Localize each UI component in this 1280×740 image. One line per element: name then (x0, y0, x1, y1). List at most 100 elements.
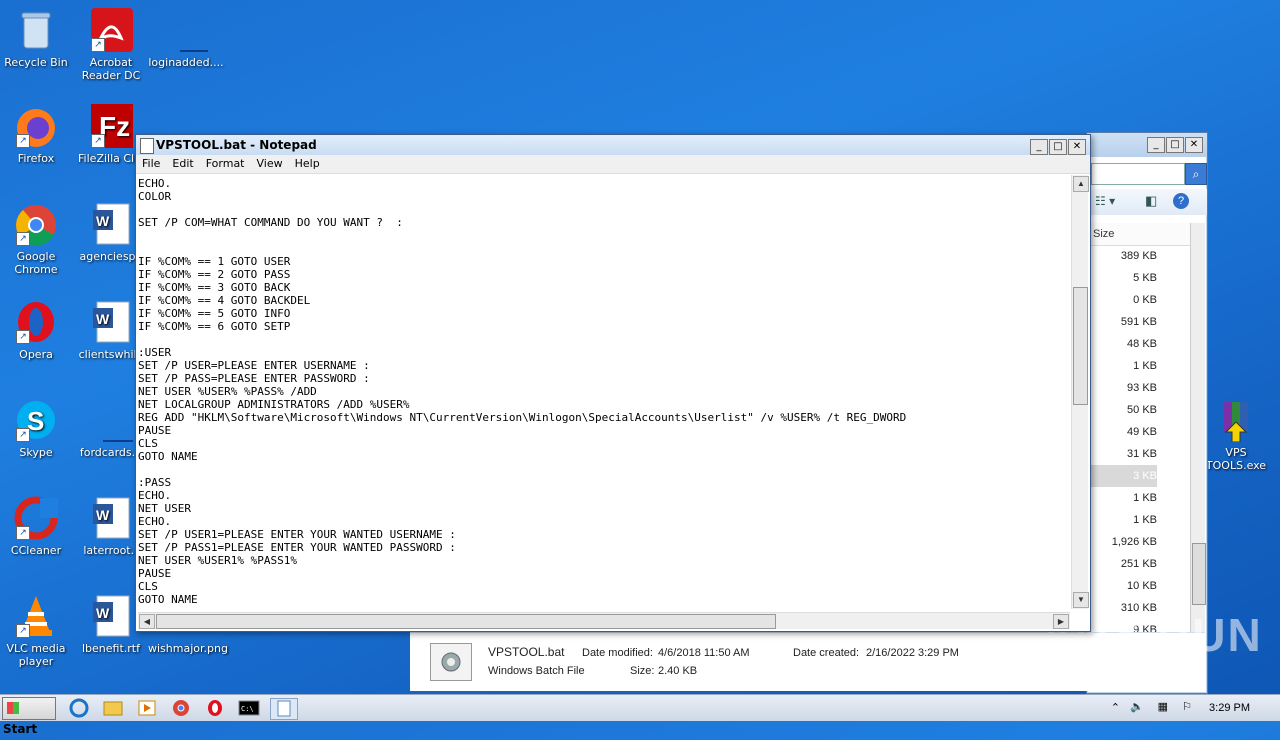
document-icon (164, 8, 208, 52)
menu-file[interactable]: File (136, 155, 166, 173)
desktop-icon-ccleaner[interactable]: ↗ CCleaner (0, 496, 74, 557)
volume-icon[interactable]: 🔈 (1130, 700, 1144, 713)
start-button[interactable]: Start (2, 697, 56, 736)
desktop-icon-chrome[interactable]: ↗ Google Chrome (0, 202, 74, 276)
menu-format[interactable]: Format (200, 155, 251, 173)
taskbar-opera-icon[interactable] (202, 698, 228, 718)
preview-pane-icon[interactable]: ◧ (1145, 193, 1157, 209)
view-options-icon[interactable]: ☷ ▾ (1095, 194, 1115, 208)
desktop-icon-vps-tools[interactable]: VPS TOOLS.exe (1198, 398, 1274, 472)
desktop-icon-label: Skype (19, 446, 53, 459)
file-size[interactable]: 1 KB (1087, 509, 1157, 531)
notepad-titlebar[interactable]: VPSTOOL.bat - Notepad _ □ ✕ (136, 135, 1090, 155)
file-size[interactable]: 1 KB (1087, 355, 1157, 377)
shortcut-arrow-icon: ↗ (91, 134, 105, 148)
scroll-up-arrow-icon[interactable]: ▲ (1073, 176, 1089, 192)
taskbar: Start C:\ ⌃ 🔈 ▦ ⚐ 3:29 PM (0, 694, 1280, 736)
explorer-titlebar[interactable]: _ □ ✕ (1087, 133, 1207, 157)
maximize-button[interactable]: □ (1049, 139, 1067, 155)
desktop-icon-loginadded[interactable]: loginadded.... (148, 8, 224, 69)
clock[interactable]: 3:29 PM (1209, 702, 1250, 714)
search-input[interactable] (1091, 163, 1185, 185)
horizontal-scrollbar[interactable]: ◀ ▶ (138, 612, 1070, 629)
taskbar-ie-icon[interactable] (66, 698, 92, 718)
menu-view[interactable]: View (251, 155, 289, 173)
desktop-icon-label: Opera (19, 348, 53, 361)
search-icon[interactable]: ⌕ (1185, 163, 1207, 185)
file-size[interactable]: 251 KB (1087, 553, 1157, 575)
file-size[interactable]: 50 KB (1087, 399, 1157, 421)
maximize-button[interactable]: □ (1166, 137, 1184, 153)
help-icon[interactable]: ? (1173, 193, 1189, 209)
skype-icon: S ↗ (14, 398, 58, 442)
notepad-icon (140, 138, 154, 154)
file-size[interactable]: 591 KB (1087, 311, 1157, 333)
filezilla-icon: Fz ↗ (89, 104, 133, 148)
scrollbar-thumb[interactable] (1073, 287, 1088, 405)
editor-content[interactable]: ECHO. COLOR SET /P COM=WHAT COMMAND DO Y… (138, 175, 1070, 606)
svg-text:W: W (96, 605, 110, 621)
details-file-name: VPSTOOL.bat (488, 645, 565, 659)
vlc-icon: ↗ (14, 594, 58, 638)
taskbar-cmd-icon[interactable]: C:\ (236, 698, 262, 718)
close-button[interactable]: ✕ (1068, 139, 1086, 155)
file-size[interactable]: 93 KB (1087, 377, 1157, 399)
details-modified-value: 4/6/2018 11:50 AM (658, 647, 750, 659)
file-size[interactable]: 0 KB (1087, 289, 1157, 311)
desktop-icon-vlc[interactable]: ↗ VLC media player (0, 594, 74, 668)
scroll-down-arrow-icon[interactable]: ▼ (1073, 592, 1089, 608)
notepad-window[interactable]: VPSTOOL.bat - Notepad _ □ ✕ File Edit Fo… (135, 134, 1091, 632)
text-editor[interactable]: ECHO. COLOR SET /P COM=WHAT COMMAND DO Y… (138, 175, 1070, 609)
column-header-size[interactable]: Size (1087, 223, 1193, 246)
menu-help[interactable]: Help (289, 155, 326, 173)
file-size-selected[interactable]: 3 KB (1087, 465, 1157, 487)
taskbar-explorer-icon[interactable] (100, 698, 126, 718)
file-size[interactable]: 5 KB (1087, 267, 1157, 289)
explorer-scrollbar[interactable] (1190, 223, 1206, 653)
shortcut-arrow-icon: ↗ (16, 232, 30, 246)
shortcut-arrow-icon: ↗ (16, 428, 30, 442)
desktop-icon-acrobat[interactable]: ↗ Acrobat Reader DC (73, 8, 149, 82)
desktop-icon-label: VPS TOOLS.exe (1205, 446, 1267, 472)
file-size[interactable]: 10 KB (1087, 575, 1157, 597)
close-button[interactable]: ✕ (1185, 137, 1203, 153)
menu-bar: File Edit Format View Help (136, 155, 1090, 174)
batch-file-icon (430, 643, 472, 681)
document-icon (89, 398, 133, 442)
start-label: Start (3, 722, 38, 736)
show-hidden-icons-icon[interactable]: ⌃ (1111, 701, 1120, 714)
desktop-icon-recycle-bin[interactable]: Recycle Bin (0, 8, 74, 69)
chrome-icon: ↗ (14, 202, 58, 246)
word-doc-icon: W (89, 202, 133, 246)
file-size[interactable]: 49 KB (1087, 421, 1157, 443)
svg-text:W: W (96, 507, 110, 523)
action-center-flag-icon[interactable]: ⚐ (1182, 700, 1192, 713)
file-size[interactable]: 48 KB (1087, 333, 1157, 355)
minimize-button[interactable]: _ (1147, 137, 1165, 153)
network-icon[interactable]: ▦ (1158, 700, 1168, 713)
desktop-icon-label: Firefox (17, 152, 55, 165)
taskbar-chrome-icon[interactable] (168, 698, 194, 718)
details-modified-label: Date modified: (582, 647, 653, 659)
scrollbar-thumb[interactable] (1192, 543, 1206, 605)
minimize-button[interactable]: _ (1030, 139, 1048, 155)
taskbar-media-player-icon[interactable] (134, 698, 160, 718)
menu-edit[interactable]: Edit (166, 155, 199, 173)
desktop-icon-skype[interactable]: S ↗ Skype (0, 398, 74, 459)
svg-text:C:\: C:\ (241, 705, 254, 713)
scroll-left-arrow-icon[interactable]: ◀ (139, 614, 155, 629)
desktop-icon-opera[interactable]: ↗ Opera (0, 300, 74, 361)
file-size[interactable]: 1,926 KB (1087, 531, 1157, 553)
shortcut-arrow-icon: ↗ (16, 624, 30, 638)
scrollbar-thumb[interactable] (156, 614, 776, 629)
file-size[interactable]: 31 KB (1087, 443, 1157, 465)
vertical-scrollbar[interactable]: ▲ ▼ (1071, 175, 1089, 609)
desktop-icon-label: Acrobat Reader DC (81, 56, 141, 82)
scroll-right-arrow-icon[interactable]: ▶ (1053, 614, 1069, 629)
taskbar-notepad-icon[interactable] (270, 698, 298, 720)
desktop-icon-label: lbenefit.rtf (82, 642, 140, 655)
desktop-icon-firefox[interactable]: ↗ Firefox (0, 104, 74, 165)
details-size-value: 2.40 KB (658, 665, 698, 677)
file-size[interactable]: 389 KB (1087, 245, 1157, 267)
file-size[interactable]: 1 KB (1087, 487, 1157, 509)
